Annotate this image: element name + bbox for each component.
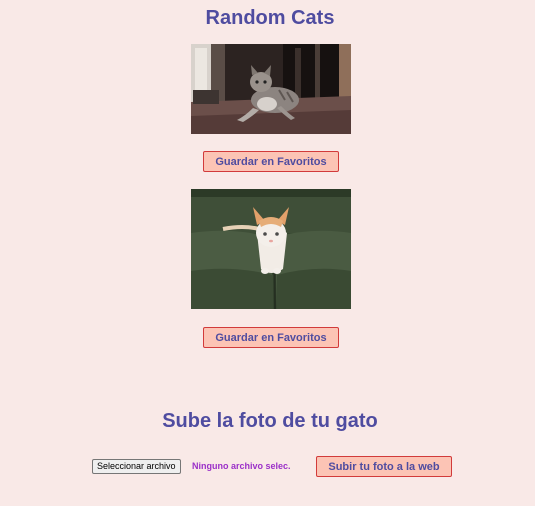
upload-heading: Sube la foto de tu gato [162,410,378,432]
save-favorite-button[interactable]: Guardar en Favoritos [203,151,339,172]
cat-photo [191,44,351,134]
save-favorite-button[interactable]: Guardar en Favoritos [203,327,339,348]
file-status-text: Ninguno archivo selec. [192,461,291,471]
page: Random Cats Guardar en Favoritos Guardar… [0,0,535,506]
choose-file-button[interactable]: Seleccionar archivo [92,459,181,474]
upload-photo-button[interactable]: Subir tu foto a la web [316,456,452,477]
page-title: Random Cats [205,7,335,29]
cat-photo [191,189,351,309]
